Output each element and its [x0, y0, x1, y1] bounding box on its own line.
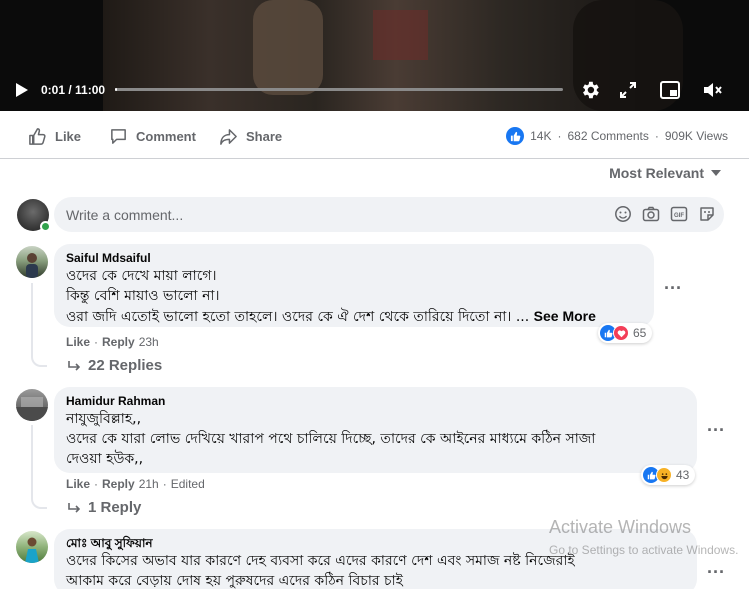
comment-text-line: ওদের কে যারা লোভ দেখিয়ে খারাপ পথে চালিয… [66, 431, 596, 447]
volume-muted-icon[interactable] [701, 79, 723, 101]
comment-reactions[interactable]: 65 [598, 323, 653, 343]
comments-count[interactable]: 682 Comments [567, 129, 648, 143]
reply-arrow-icon [68, 360, 80, 371]
comment-text-line: দেওয়া হউক,, [66, 451, 144, 467]
comment-icon [111, 128, 126, 144]
comment-button[interactable]: Comment [109, 126, 196, 146]
share-button[interactable]: Share [219, 126, 282, 146]
caret-down-icon [711, 170, 721, 176]
like-reaction-icon [506, 127, 525, 145]
edited-label: Edited [170, 477, 205, 491]
view-replies-link[interactable]: 1 Reply [68, 499, 141, 516]
comment-meta: Like · Reply 21h · Edited [66, 477, 205, 491]
ellipsis: ... [515, 309, 530, 325]
comment-like-link[interactable]: Like [66, 477, 90, 491]
view-replies-link[interactable]: 22 Replies [68, 357, 162, 374]
comment-meta: Like · Reply 23h [66, 335, 159, 349]
comment-text-line: কিন্তু বেশি মায়াও ভালো না। [66, 288, 220, 304]
emoji-icon[interactable] [614, 205, 632, 223]
heart-reaction-icon [613, 325, 629, 341]
share-icon [220, 128, 237, 145]
gear-icon[interactable] [579, 79, 601, 101]
comment-author-avatar[interactable] [16, 246, 48, 278]
comment-bubble: Hamidur Rahman নাযুজুবিল্লাহ,, ওদের কে য… [54, 387, 697, 473]
post-actions-bar: Like Comment Share 14K · 682 Comments · … [0, 111, 749, 159]
reaction-count: 43 [676, 468, 690, 482]
video-figure [373, 10, 428, 60]
comment-text-line: আকাম করে বেড়ায় দোষ হয় পুরুষদের এদের ক… [66, 573, 403, 589]
comment-text-line: ওদের কিসের অভাব যার কারণে দেহ ব্যবসা করে… [66, 553, 575, 569]
comment-author-avatar[interactable] [16, 531, 48, 563]
comment-time[interactable]: 21h [139, 477, 159, 491]
thread-line [31, 283, 33, 351]
svg-text:GIF: GIF [674, 213, 684, 219]
composer-icons: GIF [614, 205, 716, 223]
see-more-link[interactable]: See More [534, 308, 596, 324]
sticker-icon[interactable] [698, 205, 716, 223]
post-stats: 14K · 682 Comments · 909K Views [506, 127, 728, 145]
likes-count[interactable]: 14K [530, 129, 551, 143]
more-options-icon[interactable]: ··· [706, 421, 726, 439]
comment-reactions[interactable]: 43 [641, 465, 696, 485]
miniplayer-icon[interactable] [659, 79, 681, 101]
like-button[interactable]: Like [28, 126, 81, 146]
comment-time[interactable]: 23h [139, 335, 159, 349]
comment-text-line: ওদের কে দেখে মায়া লাগে। [66, 268, 217, 284]
like-button-label: Like [55, 128, 82, 144]
comment-text: ওরা জদি এতোই ভালো হতো তাহলে। ওদের কে ঐ দ… [66, 309, 512, 325]
online-status-dot [40, 221, 51, 232]
comment-author-name[interactable]: মোঃ আবু সুফিয়ান [66, 536, 685, 551]
video-progress-bar[interactable] [115, 88, 563, 91]
video-controls: 0:01 / 11:00 [0, 70, 749, 111]
stats-separator: · [557, 129, 562, 143]
comment-author-avatar[interactable] [16, 389, 48, 421]
sort-label: Most Relevant [609, 165, 704, 181]
more-options-icon[interactable]: ··· [706, 563, 726, 581]
current-user-avatar[interactable] [17, 199, 51, 232]
reaction-count: 65 [633, 326, 647, 340]
comment-reply-link[interactable]: Reply [102, 335, 135, 349]
thread-hook [31, 493, 47, 509]
meta-separator: · [94, 335, 99, 349]
video-time: 0:01 / 11:00 [41, 83, 106, 97]
comment-author-name[interactable]: Saiful Mdsaiful [66, 251, 642, 266]
replies-count: 22 Replies [88, 357, 163, 374]
video-player[interactable]: 0:01 / 11:00 [0, 0, 749, 111]
comment-text-line: ওরা জদি এতোই ভালো হতো তাহলে। ওদের কে ঐ দ… [66, 306, 642, 327]
views-count: 909K Views [664, 129, 728, 143]
comment-input-placeholder: Write a comment... [66, 207, 184, 223]
thread-hook [31, 351, 47, 367]
thread-line [31, 425, 33, 493]
comment-button-label: Comment [136, 128, 196, 144]
thumbs-up-icon [29, 127, 46, 145]
meta-separator: · [162, 477, 167, 491]
more-options-icon[interactable]: ··· [663, 279, 683, 297]
comment-reply-link[interactable]: Reply [102, 477, 135, 491]
fullscreen-icon[interactable] [617, 79, 639, 101]
camera-icon[interactable] [642, 205, 660, 223]
comment-like-link[interactable]: Like [66, 335, 90, 349]
gif-icon[interactable]: GIF [670, 205, 688, 223]
comment-bubble: Saiful Mdsaiful ওদের কে দেখে মায়া লাগে।… [54, 244, 654, 327]
stats-separator: · [654, 129, 659, 143]
replies-count: 1 Reply [88, 499, 142, 516]
meta-separator: · [94, 477, 99, 491]
comment-author-name[interactable]: Hamidur Rahman [66, 394, 685, 409]
video-progress-fill [115, 88, 118, 91]
comment-bubble: মোঃ আবু সুফিয়ান ওদের কিসের অভাব যার কার… [54, 529, 697, 589]
play-icon[interactable] [14, 82, 30, 98]
reply-arrow-icon [68, 502, 80, 513]
haha-reaction-icon [656, 467, 672, 483]
comment-sort-dropdown[interactable]: Most Relevant [609, 165, 722, 181]
comment-input[interactable]: Write a comment... GIF [54, 197, 724, 232]
comment-text-line: নাযুজুবিল্লাহ,, [66, 411, 142, 427]
share-button-label: Share [246, 128, 283, 144]
